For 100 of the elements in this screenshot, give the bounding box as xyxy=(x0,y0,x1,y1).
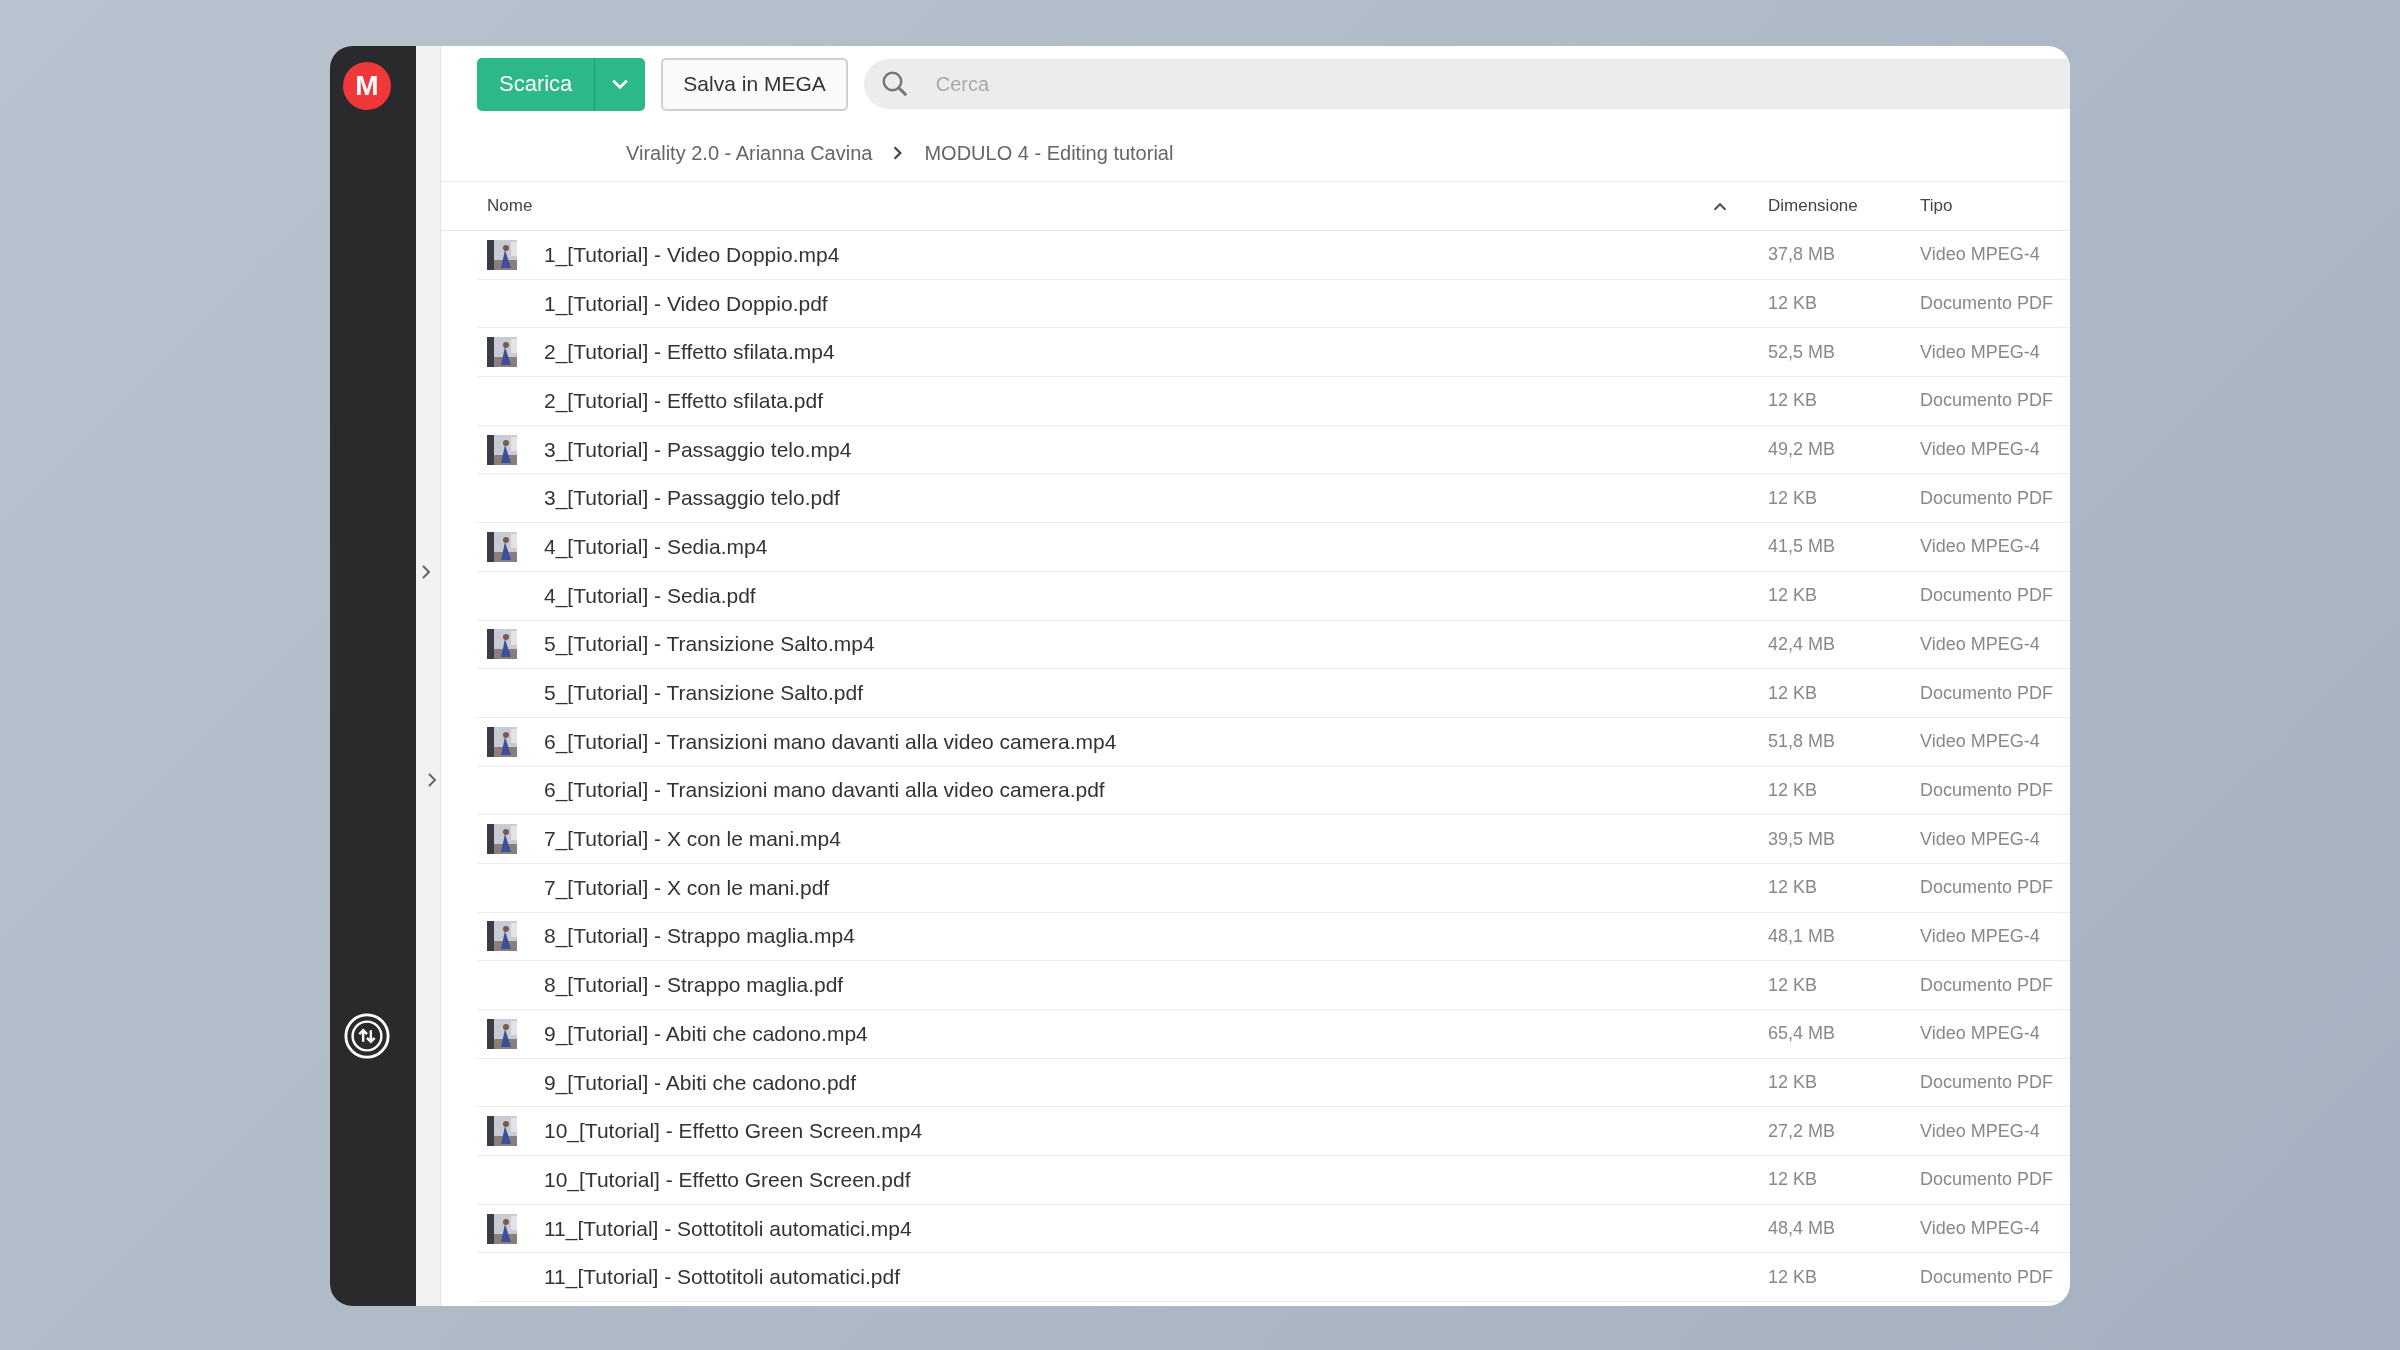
file-size: 12 KB xyxy=(1768,1072,1819,1094)
file-name: 10_[Tutorial] - Effetto Green Screen.mp4 xyxy=(544,1119,924,1144)
search-field[interactable]: Cerca xyxy=(863,59,2070,109)
file-row[interactable]: 6_[Tutorial] - Transizioni mano davanti alla video camera.mp4 51,8 MB Video MPEG-4 xyxy=(477,717,2070,767)
file-name: 5_[Tutorial] - Transizione Salto.pdf xyxy=(544,681,865,706)
file-type: Video MPEG-4 xyxy=(1920,536,2041,558)
file-type: Documento PDF xyxy=(1920,974,2055,996)
file-row[interactable]: 3_[Tutorial] - Passaggio telo.pdf 12 KB Documento PDF xyxy=(477,474,2070,524)
file-size: 52,5 MB xyxy=(1768,341,1837,363)
file-type: Documento PDF xyxy=(1920,682,2055,704)
file-row[interactable]: 7_[Tutorial] - X con le mani.pdf 12 KB Documento PDF xyxy=(477,863,2070,913)
file-name: 6_[Tutorial] - Transizioni mano davanti alla video camera.mp4 xyxy=(544,729,1118,754)
file-type: Video MPEG-4 xyxy=(1920,439,2041,461)
file-name: 8_[Tutorial] - Strappo maglia.pdf xyxy=(544,973,845,998)
file-size: 65,4 MB xyxy=(1768,1023,1837,1045)
logo-button[interactable]: M xyxy=(343,62,391,110)
file-name: 2_[Tutorial] - Effetto sfilata.mp4 xyxy=(544,340,836,365)
file-type: Documento PDF xyxy=(1920,390,2055,412)
file-size: 12 KB xyxy=(1768,779,1819,801)
file-size: 12 KB xyxy=(1768,974,1819,996)
file-name: 2_[Tutorial] - Effetto sfilata.pdf xyxy=(544,388,824,413)
save-button[interactable]: Salva in MEGA xyxy=(661,57,848,111)
breadcrumb-link[interactable]: MODULO 4 - Editing tutorial xyxy=(924,141,1174,165)
file-type: Video MPEG-4 xyxy=(1920,633,2041,655)
file-name: 1_[Tutorial] - Video Doppio.pdf xyxy=(544,291,829,316)
file-type: Documento PDF xyxy=(1920,1072,2055,1094)
column-header[interactable]: Nome xyxy=(487,196,1712,216)
file-row[interactable]: 11_[Tutorial] - Sottotitoli automatici.pdf 12 KB Documento PDF xyxy=(477,1253,2070,1303)
column-header[interactable]: Tipo xyxy=(1920,196,2070,216)
file-size: 48,1 MB xyxy=(1768,925,1837,947)
file-size: 12 KB xyxy=(1768,1169,1819,1191)
file-name: 11_[Tutorial] - Sottotitoli automatici.pdf xyxy=(544,1265,901,1290)
file-row[interactable]: 5_[Tutorial] - Transizione Salto.pdf 12 KB Documento PDF xyxy=(477,669,2070,718)
file-row[interactable]: 3_[Tutorial] - Passaggio telo.mp4 49,2 MB Video MPEG-4 xyxy=(477,425,2070,475)
file-type: Video MPEG-4 xyxy=(1920,1218,2041,1240)
file-row[interactable]: 10_[Tutorial] - Effetto Green Screen.pdf 12 KB Documento PDF xyxy=(477,1156,2070,1205)
transfer-icon[interactable] xyxy=(343,1012,391,1060)
file-type: Video MPEG-4 xyxy=(1920,1120,2041,1142)
file-size: 48,4 MB xyxy=(1768,1218,1837,1240)
file-type: Documento PDF xyxy=(1920,293,2055,315)
file-type: Video MPEG-4 xyxy=(1920,828,2041,850)
file-size: 39,5 MB xyxy=(1768,828,1837,850)
file-row[interactable]: 11_[Tutorial] - Sottotitoli automatici.mp4 48,4 MB Video MPEG-4 xyxy=(477,1204,2070,1254)
file-size: 12 KB xyxy=(1768,293,1819,315)
file-row[interactable]: 9_[Tutorial] - Abiti che cadono.pdf 12 KB Documento PDF xyxy=(477,1058,2070,1108)
file-type: Video MPEG-4 xyxy=(1920,925,2041,947)
file-size: 12 KB xyxy=(1768,682,1819,704)
file-type: Documento PDF xyxy=(1920,1266,2055,1288)
file-type: Video MPEG-4 xyxy=(1920,244,2041,266)
file-name: 3_[Tutorial] - Passaggio telo.mp4 xyxy=(544,437,853,462)
file-size: 12 KB xyxy=(1768,487,1819,509)
file-size: 27,2 MB xyxy=(1768,1120,1837,1142)
search-icon xyxy=(879,69,910,99)
file-row[interactable]: 1_[Tutorial] - Video Doppio.pdf 12 KB Documento PDF xyxy=(477,279,2070,329)
file-type: Video MPEG-4 xyxy=(1920,1023,2041,1045)
breadcrumb-link[interactable]: Virality 2.0 - Arianna Cavina xyxy=(626,141,873,165)
file-size: 12 KB xyxy=(1768,585,1819,607)
file-row[interactable]: 1_[Tutorial] - Video Doppio.mp4 37,8 MB Video MPEG-4 xyxy=(477,231,2070,280)
file-type: Documento PDF xyxy=(1920,585,2055,607)
chevron-right-icon[interactable] xyxy=(426,772,438,788)
file-name: 9_[Tutorial] - Abiti che cadono.pdf xyxy=(544,1070,858,1095)
chevron-right-icon[interactable] xyxy=(420,564,432,580)
file-row[interactable]: 4_[Tutorial] - Sedia.pdf 12 KB Documento PDF xyxy=(477,571,2070,621)
caret-icon xyxy=(611,78,630,90)
file-row[interactable]: 6_[Tutorial] - Transizioni mano davanti alla video camera.pdf 12 KB Documento PDF xyxy=(477,766,2070,816)
file-type: Documento PDF xyxy=(1920,877,2055,899)
file-row[interactable]: 2_[Tutorial] - Effetto sfilata.pdf 12 KB Documento PDF xyxy=(477,377,2070,426)
sort-up-icon[interactable] xyxy=(1712,200,1728,212)
file-row[interactable]: 9_[Tutorial] - Abiti che cadono.mp4 65,4 MB Video MPEG-4 xyxy=(477,1010,2070,1059)
file-name: 8_[Tutorial] - Strappo maglia.mp4 xyxy=(544,924,856,949)
file-type: Documento PDF xyxy=(1920,1169,2055,1191)
file-name: 7_[Tutorial] - X con le mani.mp4 xyxy=(544,827,842,852)
file-row[interactable]: 8_[Tutorial] - Strappo maglia.pdf 12 KB Documento PDF xyxy=(477,961,2070,1010)
file-row[interactable]: 8_[Tutorial] - Strappo maglia.mp4 48,1 MB Video MPEG-4 xyxy=(477,912,2070,962)
file-name: 10_[Tutorial] - Effetto Green Screen.pdf xyxy=(544,1167,912,1192)
file-row[interactable]: 2_[Tutorial] - Effetto sfilata.mp4 52,5 MB Video MPEG-4 xyxy=(477,328,2070,378)
column-header[interactable]: Dimensione xyxy=(1768,196,1920,216)
file-type: Documento PDF xyxy=(1920,487,2055,509)
file-size: 51,8 MB xyxy=(1768,731,1837,753)
file-name: 1_[Tutorial] - Video Doppio.mp4 xyxy=(544,242,841,267)
file-type: Video MPEG-4 xyxy=(1920,731,2041,753)
file-size: 12 KB xyxy=(1768,877,1819,899)
file-size: 12 KB xyxy=(1768,390,1819,412)
file-row[interactable]: 7_[Tutorial] - X con le mani.mp4 39,5 MB Video MPEG-4 xyxy=(477,815,2070,864)
file-name: 11_[Tutorial] - Sottotitoli automatici.mp4 xyxy=(544,1216,913,1241)
file-size: 49,2 MB xyxy=(1768,439,1837,461)
file-size: 42,4 MB xyxy=(1768,633,1837,655)
file-size: 37,8 MB xyxy=(1768,244,1837,266)
file-name: 7_[Tutorial] - X con le mani.pdf xyxy=(544,875,831,900)
file-row[interactable]: 10_[Tutorial] - Effetto Green Screen.mp4 27,2 MB Video MPEG-4 xyxy=(477,1107,2070,1157)
file-size: 41,5 MB xyxy=(1768,536,1837,558)
file-size: 12 KB xyxy=(1768,1266,1819,1288)
file-name: 5_[Tutorial] - Transizione Salto.mp4 xyxy=(544,632,876,657)
file-name: 4_[Tutorial] - Sedia.mp4 xyxy=(544,534,769,559)
file-row[interactable]: 4_[Tutorial] - Sedia.mp4 41,5 MB Video MPEG-4 xyxy=(477,523,2070,572)
file-name: 6_[Tutorial] - Transizioni mano davanti alla video camera.pdf xyxy=(544,778,1106,803)
file-name: 9_[Tutorial] - Abiti che cadono.mp4 xyxy=(544,1021,869,1046)
file-type: Video MPEG-4 xyxy=(1920,341,2041,363)
file-row[interactable]: 5_[Tutorial] - Transizione Salto.mp4 42,4 MB Video MPEG-4 xyxy=(477,620,2070,670)
file-type: Documento PDF xyxy=(1920,779,2055,801)
